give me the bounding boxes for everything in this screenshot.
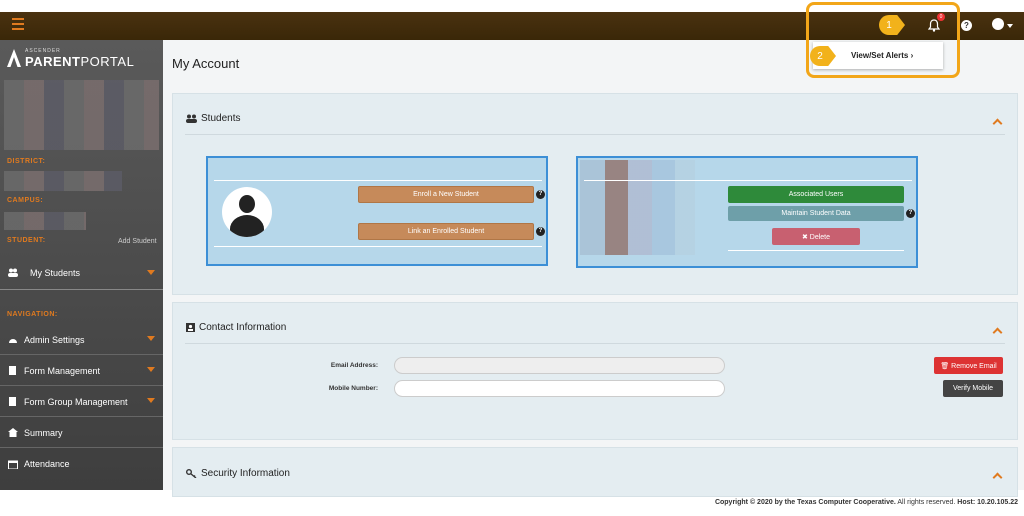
contact-panel-header: Contact Information [186, 322, 286, 333]
avatar [222, 187, 272, 237]
mobile-label: Mobile Number: [328, 385, 378, 392]
help-icon[interactable]: ? [961, 20, 972, 31]
footer-host: Host: 10.20.105.22 [955, 499, 1018, 506]
security-panel-title: Security Information [201, 468, 290, 479]
hamburger-icon[interactable] [12, 18, 24, 30]
help-icon[interactable]: ? [906, 209, 915, 218]
collapse-icon[interactable] [992, 118, 1003, 129]
chevron-down-icon [147, 367, 155, 372]
email-field[interactable] [394, 357, 725, 374]
collapse-icon[interactable] [992, 327, 1003, 338]
student-card: Associated Users Maintain Student Data ?… [576, 156, 918, 268]
chevron-down-icon [147, 336, 155, 341]
students-panel: Students Enroll a New Student ? Link an … [172, 93, 1018, 295]
logo-text: PARENTPORTAL [25, 53, 135, 69]
chevron-down-icon [147, 270, 155, 275]
main-content: My Account Students Enroll a New Student… [163, 40, 1024, 497]
tutorial-highlight-box [806, 2, 960, 78]
help-icon[interactable]: ? [536, 227, 545, 236]
sidebar-item-label: My Students [30, 267, 81, 278]
user-menu-caret-icon[interactable] [1007, 24, 1013, 28]
student-label: STUDENT: [7, 237, 46, 244]
blurred-district [4, 171, 122, 191]
sidebar-item-form-management[interactable]: Form Management [0, 356, 163, 386]
footer-copyright: Copyright © 2020 by the Texas Computer C… [714, 499, 896, 506]
help-icon[interactable]: ? [536, 190, 545, 199]
users-icon [186, 114, 197, 123]
associated-users-button[interactable]: Associated Users [728, 186, 904, 203]
page-title: My Account [172, 56, 240, 71]
sidebar-item-admin-settings[interactable]: Admin Settings [0, 325, 163, 355]
mobile-field[interactable] [394, 380, 725, 397]
dashboard-icon [9, 339, 17, 343]
sidebar-item-label: Summary [24, 427, 63, 438]
students-panel-title: Students [201, 113, 241, 124]
campus-label: CAMPUS: [7, 197, 44, 204]
enroll-new-student-button[interactable]: Enroll a New Student [358, 186, 534, 203]
chevron-down-icon [147, 398, 155, 403]
key-icon [186, 469, 197, 478]
sidebar-item-label: Form Group Management [24, 396, 128, 407]
sidebar-item-label: Attendance [24, 459, 70, 469]
navigation-label: NAVIGATION: [7, 311, 58, 318]
footer-rights: All rights reserved. [895, 499, 956, 506]
user-icon[interactable] [992, 18, 1004, 30]
sidebar: ASCENDER PARENTPORTAL DISTRICT: CAMPUS: … [0, 40, 163, 490]
email-label: Email Address: [330, 362, 378, 369]
blurred-student-photo [580, 160, 695, 255]
remove-email-button[interactable]: 🗑 Remove Email [934, 357, 1003, 374]
contact-panel-title: Contact Information [199, 322, 287, 333]
footer: Copyright © 2020 by the Texas Computer C… [0, 490, 1024, 510]
blurred-user-info [4, 80, 159, 150]
add-student-link[interactable]: Add Student [118, 238, 157, 245]
calendar-icon [8, 460, 18, 469]
logo: ASCENDER PARENTPORTAL [7, 47, 134, 69]
sidebar-item-label: Form Management [24, 365, 101, 376]
collapse-icon[interactable] [992, 472, 1003, 483]
users-icon [8, 268, 18, 277]
maintain-student-data-button[interactable]: Maintain Student Data [728, 206, 904, 221]
verify-mobile-button[interactable]: Verify Mobile [943, 380, 1003, 397]
delete-student-button[interactable]: ✖ Delete [772, 228, 860, 245]
sidebar-item-my-students[interactable]: My Students [0, 256, 163, 290]
students-panel-header: Students [186, 113, 240, 124]
security-panel-header: Security Information [186, 468, 290, 479]
sidebar-item-form-group-management[interactable]: Form Group Management [0, 387, 163, 417]
blurred-campus [4, 212, 86, 230]
sidebar-item-label: Admin Settings [24, 334, 85, 345]
district-label: DISTRICT: [7, 158, 46, 165]
contact-card-icon [186, 323, 195, 332]
home-icon [8, 428, 18, 437]
sidebar-item-attendance[interactable]: Attendance [0, 449, 163, 479]
book-icon [9, 366, 16, 375]
ascender-logo-icon [7, 49, 21, 67]
add-student-card: Enroll a New Student ? Link an Enrolled … [206, 156, 548, 266]
book-icon [9, 397, 16, 406]
link-enrolled-student-button[interactable]: Link an Enrolled Student [358, 223, 534, 240]
sidebar-item-summary[interactable]: Summary [0, 418, 163, 448]
